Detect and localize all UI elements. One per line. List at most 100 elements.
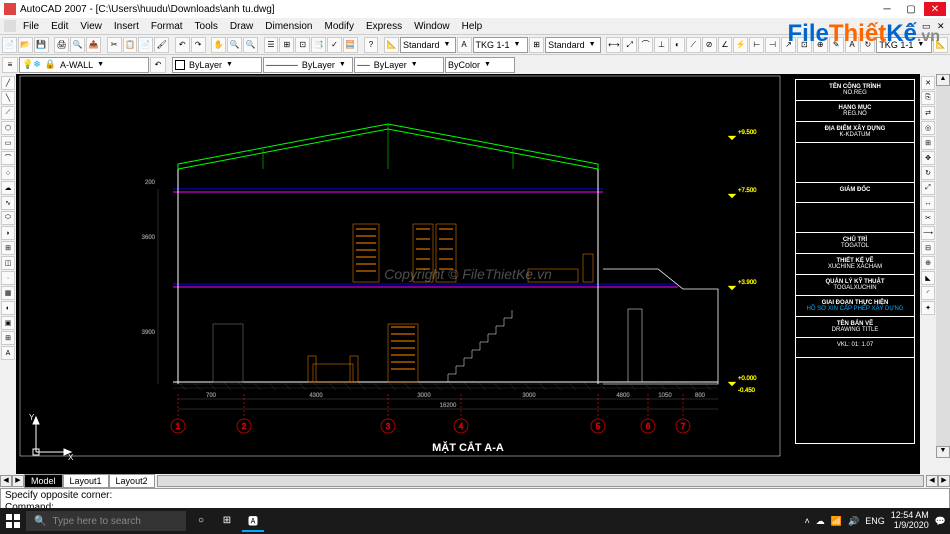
props-button[interactable]: ☰ bbox=[264, 37, 279, 53]
hatch-tool[interactable]: ▦ bbox=[1, 286, 15, 300]
ellipse-tool[interactable]: ⬭ bbox=[1, 211, 15, 225]
xline-tool[interactable]: ╲ bbox=[1, 91, 15, 105]
ssm-button[interactable]: 📑 bbox=[311, 37, 326, 53]
zoom-button[interactable]: 🔍 bbox=[227, 37, 242, 53]
tpalette-button[interactable]: ⊡ bbox=[295, 37, 310, 53]
dimstyle-select[interactable]: TKG 1-1▼ bbox=[473, 37, 529, 53]
redo-button[interactable]: ↷ bbox=[191, 37, 206, 53]
break-tool[interactable]: ⊟ bbox=[921, 241, 935, 255]
stretch-tool[interactable]: ↔ bbox=[921, 196, 935, 210]
menu-dimension[interactable]: Dimension bbox=[260, 21, 317, 32]
tablestyle-select[interactable]: Standard▼ bbox=[545, 37, 601, 53]
layout2-tab[interactable]: Layout2 bbox=[109, 474, 155, 488]
tray-lang[interactable]: ENG bbox=[865, 516, 885, 526]
dim-aligned-button[interactable]: ⤢ bbox=[622, 37, 637, 53]
dim-baseline-button[interactable]: ⊢ bbox=[749, 37, 764, 53]
scroll-up[interactable]: ▲ bbox=[936, 74, 950, 86]
menu-format[interactable]: Format bbox=[146, 21, 188, 32]
save-button[interactable]: 💾 bbox=[34, 37, 49, 53]
dim-quick-button[interactable]: ⚡ bbox=[733, 37, 748, 53]
spline-tool[interactable]: ∿ bbox=[1, 196, 15, 210]
tab-scroll-right[interactable]: ▶ bbox=[12, 475, 24, 487]
menu-edit[interactable]: Edit bbox=[46, 21, 73, 32]
markup-button[interactable]: ✓ bbox=[327, 37, 342, 53]
point-tool[interactable]: · bbox=[1, 271, 15, 285]
arc-tool[interactable]: ⌒ bbox=[1, 151, 15, 165]
hscroll-right[interactable]: ▶ bbox=[938, 475, 950, 487]
menu-file[interactable]: File bbox=[18, 21, 44, 32]
menu-draw[interactable]: Draw bbox=[225, 21, 258, 32]
dim-arc-button[interactable]: ⌒ bbox=[638, 37, 653, 53]
menu-view[interactable]: View bbox=[75, 21, 107, 32]
calc-button[interactable]: 🧮 bbox=[343, 37, 358, 53]
dim-continue-button[interactable]: ⊣ bbox=[765, 37, 780, 53]
search-box[interactable]: 🔍 Type here to search bbox=[26, 511, 186, 531]
tray-onedrive-icon[interactable]: ☁ bbox=[816, 516, 825, 527]
dcenter-button[interactable]: ⊞ bbox=[279, 37, 294, 53]
start-button[interactable] bbox=[4, 512, 22, 530]
paste-button[interactable]: 📄 bbox=[138, 37, 153, 53]
hscroll-track[interactable] bbox=[157, 475, 924, 487]
extend-tool[interactable]: ⟶ bbox=[921, 226, 935, 240]
linetype-select[interactable]: ─────ByLayer▼ bbox=[263, 57, 353, 73]
offset-tool[interactable]: ◎ bbox=[921, 121, 935, 135]
move-tool[interactable]: ✥ bbox=[921, 151, 935, 165]
dim-angular-button[interactable]: ∠ bbox=[718, 37, 733, 53]
dim-radius-button[interactable]: ◐ bbox=[670, 37, 685, 53]
layout1-tab[interactable]: Layout1 bbox=[63, 474, 109, 488]
lineweight-select[interactable]: ──ByLayer▼ bbox=[354, 57, 444, 73]
copy-button[interactable]: 📋 bbox=[123, 37, 138, 53]
menu-modify[interactable]: Modify bbox=[320, 21, 359, 32]
tray-clock[interactable]: 12:54 AM 1/9/2020 bbox=[891, 511, 929, 531]
copy-tool[interactable]: ⎘ bbox=[921, 91, 935, 105]
fillet-tool[interactable]: ◜ bbox=[921, 286, 935, 300]
annotate-icon[interactable]: A bbox=[457, 37, 472, 53]
menu-express[interactable]: Express bbox=[361, 21, 407, 32]
trim-tool[interactable]: ✂ bbox=[921, 211, 935, 225]
plot-button[interactable]: 🖨 bbox=[54, 37, 69, 53]
new-button[interactable]: 📄 bbox=[2, 37, 17, 53]
zoom-prev-button[interactable]: 🔍 bbox=[243, 37, 258, 53]
tray-sound-icon[interactable]: 🔊 bbox=[848, 516, 859, 527]
line-tool[interactable]: ╱ bbox=[1, 76, 15, 90]
menu-help[interactable]: Help bbox=[457, 21, 488, 32]
app-autocad[interactable]: 🅰 bbox=[242, 510, 264, 532]
menu-insert[interactable]: Insert bbox=[109, 21, 144, 32]
mirror-tool[interactable]: ⇄ bbox=[921, 106, 935, 120]
rect-tool[interactable]: ▭ bbox=[1, 136, 15, 150]
model-tab[interactable]: Model bbox=[24, 474, 63, 488]
polygon-tool[interactable]: ⬡ bbox=[1, 121, 15, 135]
table-tool[interactable]: ⊞ bbox=[1, 331, 15, 345]
rotate-tool[interactable]: ↻ bbox=[921, 166, 935, 180]
maximize-button[interactable]: ▢ bbox=[900, 2, 922, 16]
pline-tool[interactable]: ⟋ bbox=[1, 106, 15, 120]
open-button[interactable]: 📂 bbox=[18, 37, 33, 53]
menu-window[interactable]: Window bbox=[409, 21, 455, 32]
layer-props-button[interactable]: ≡ bbox=[2, 57, 18, 73]
explode-tool[interactable]: ✦ bbox=[921, 301, 935, 315]
color-select[interactable]: ByLayer▼ bbox=[172, 57, 262, 73]
layer-select[interactable]: 💡❄🔒 A-WALL▼ bbox=[19, 57, 149, 73]
cortana-icon[interactable]: ○ bbox=[190, 510, 212, 532]
undo-button[interactable]: ↶ bbox=[175, 37, 190, 53]
cut-button[interactable]: ✂ bbox=[107, 37, 122, 53]
block-tool[interactable]: ◫ bbox=[1, 256, 15, 270]
help-button[interactable]: ? bbox=[364, 37, 379, 53]
region-tool[interactable]: ▣ bbox=[1, 316, 15, 330]
dim-style-button[interactable]: 📐 bbox=[384, 37, 399, 53]
hscroll-left[interactable]: ◀ bbox=[926, 475, 938, 487]
tray-network-icon[interactable]: 📶 bbox=[831, 516, 842, 527]
dim-ordinate-button[interactable]: ⊥ bbox=[654, 37, 669, 53]
gradient-tool[interactable]: ◐ bbox=[1, 301, 15, 315]
insert-tool[interactable]: ⊞ bbox=[1, 241, 15, 255]
minimize-button[interactable]: ─ bbox=[876, 2, 898, 16]
taskview-icon[interactable]: ⊞ bbox=[216, 510, 238, 532]
preview-button[interactable]: 🔍 bbox=[70, 37, 85, 53]
menu-tools[interactable]: Tools bbox=[190, 21, 223, 32]
tab-scroll-left[interactable]: ◀ bbox=[0, 475, 12, 487]
close-button[interactable]: ✕ bbox=[924, 2, 946, 16]
mtext-tool[interactable]: A bbox=[1, 346, 15, 360]
table-style-icon[interactable]: ⊞ bbox=[529, 37, 544, 53]
scroll-down[interactable]: ▼ bbox=[936, 446, 950, 458]
array-tool[interactable]: ⊞ bbox=[921, 136, 935, 150]
